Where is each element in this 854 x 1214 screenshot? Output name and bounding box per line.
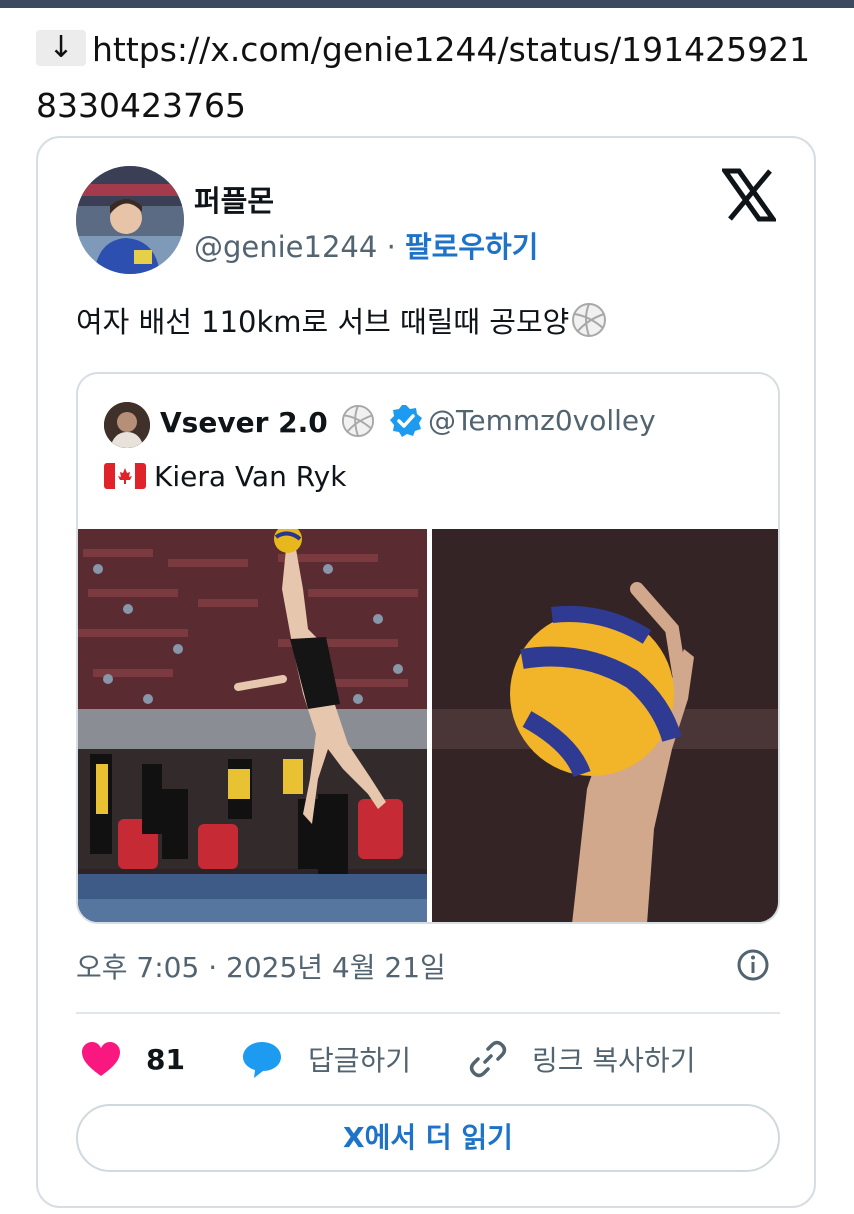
quoted-handle[interactable]: @Temmz0volley [428,404,656,437]
ball-closeup-image [432,529,778,922]
quoted-text-content: Kiera Van Ryk [154,460,347,493]
copy-link-label: 링크 복사하기 [532,1044,696,1077]
like-button[interactable]: 81 [80,1034,185,1084]
tweet-url-link[interactable]: https://x.com/genie1244/status/191425921… [36,30,810,125]
info-icon[interactable] [736,948,770,982]
volleyball-icon [342,404,375,438]
copy-link-button[interactable]: 링크 복사하기 [468,1034,695,1084]
follow-button[interactable]: 팔로우하기 [405,230,538,264]
canada-flag-icon [104,463,146,489]
top-bar [0,0,854,8]
verified-badge-icon [390,405,423,437]
media-photo-ball-closeup[interactable] [432,529,778,922]
tweet-timestamp[interactable]: 오후 7:05 · 2025년 4월 21일 [76,946,446,986]
volleyball-icon [572,303,607,337]
media-photo-serve[interactable] [78,529,427,922]
display-name[interactable]: 퍼플몬 [194,178,274,220]
heart-icon [82,1042,120,1076]
link-icon [469,1040,507,1078]
separator: · [386,230,396,264]
reply-button[interactable]: 답글하기 [240,1034,411,1084]
tweet-text: 여자 배선 110km로 서브 때릴때 공모양 [76,302,607,342]
read-more-on-x-button[interactable]: X에서 더 읽기 [76,1104,780,1172]
tweet-embed-card: 퍼플몬 @genie1244 · 팔로우하기 여자 배선 110km로 서브 때… [36,136,816,1208]
tweet-text-content: 여자 배선 110km로 서브 때릴때 공모양 [76,305,570,339]
handle[interactable]: @genie1244 [194,230,377,264]
quoted-display-name[interactable]: Vsever 2.0 [160,404,423,439]
avatar[interactable] [76,166,184,274]
reply-label: 답글하기 [308,1044,412,1077]
quoted-tweet[interactable]: Vsever 2.0 @Temmz0volley Kiera Van Ryk [76,372,780,924]
like-count: 81 [146,1042,185,1076]
x-logo-icon[interactable] [722,168,776,222]
quoted-text: Kiera Van Ryk [104,460,346,493]
quoted-avatar[interactable] [104,402,150,448]
serve-photo-image [78,529,427,922]
action-bar: 81 답글하기 링크 복사하기 [76,1034,780,1084]
reply-bubble-icon [243,1042,281,1078]
link-line[interactable]: ↓ https://x.com/genie1244/status/19142592… [36,22,826,134]
down-arrow-icon: ↓ [36,30,86,66]
divider [76,1012,780,1014]
handle-row: @genie1244 · 팔로우하기 [194,224,538,266]
quoted-name-text: Vsever 2.0 [160,406,328,439]
